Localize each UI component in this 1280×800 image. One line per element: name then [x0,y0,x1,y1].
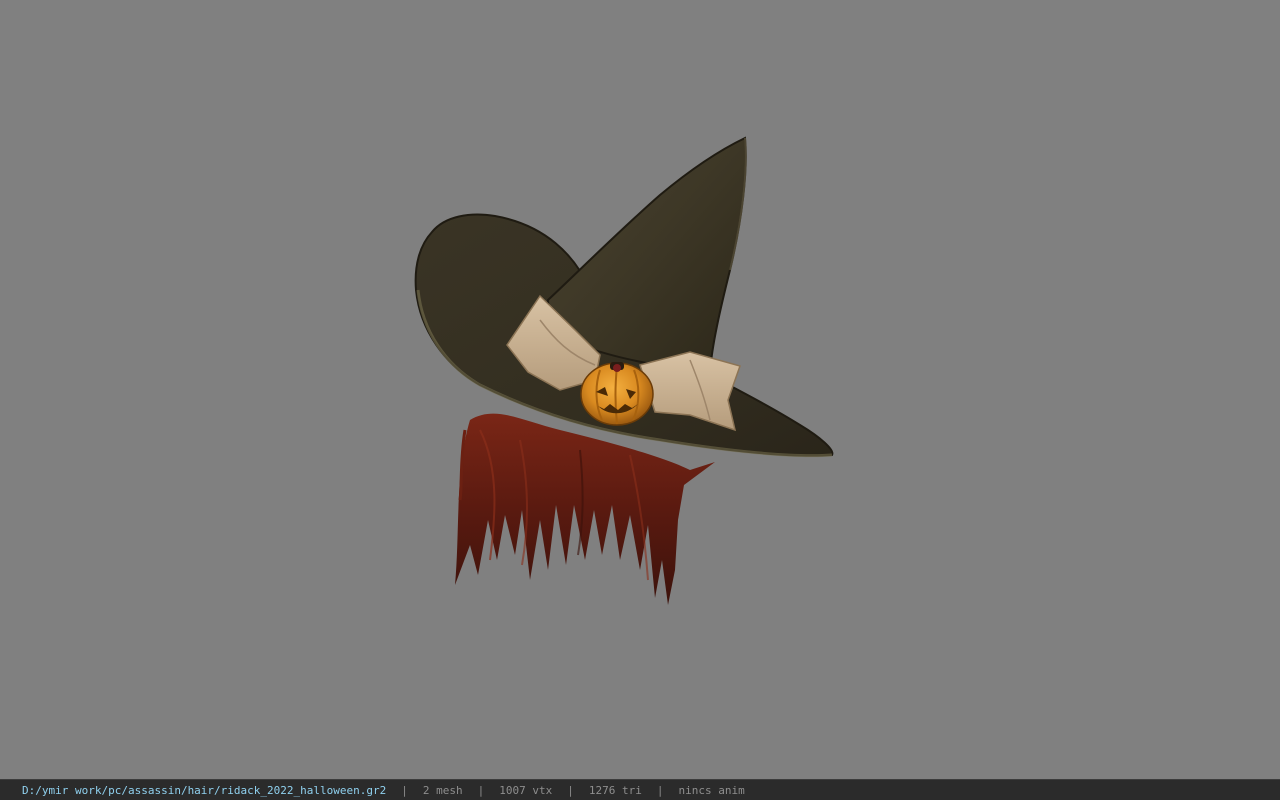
3d-viewport[interactable] [0,0,1280,779]
animation-status-label: nincs anim [678,783,745,797]
mesh-count-label: 2 mesh [422,783,463,797]
pumpkin-ornament [580,362,654,426]
status-separator: | [567,783,574,797]
witch-hat-hair-model [414,136,834,605]
status-separator: | [401,783,408,797]
triangle-count-label: 1276 tri [588,783,642,797]
file-path-label: D:/ymir work/pc/assassin/hair/ridack_202… [22,783,387,797]
status-separator: | [656,783,664,797]
status-bar: D:/ymir work/pc/assassin/hair/ridack_202… [0,779,1280,800]
vertex-count-label: 1007 vtx [499,783,553,797]
status-separator: | [477,783,485,797]
